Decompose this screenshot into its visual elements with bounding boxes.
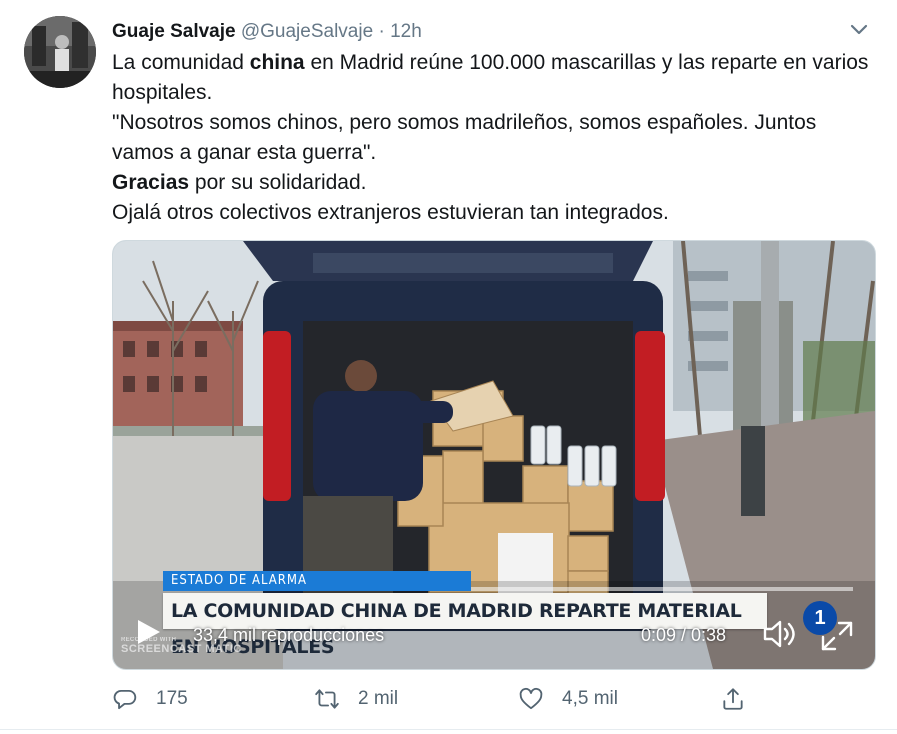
tweet-header: Guaje Salvaje @GuajeSalvaje · 12h — [112, 18, 867, 46]
separator-dot: · — [378, 21, 385, 42]
divider — [0, 729, 897, 730]
fullscreen-icon[interactable] — [819, 619, 855, 653]
bold-word-gracias: Gracias — [112, 171, 190, 194]
video-player[interactable]: ESTADO DE ALARMA LA COMUNIDAD CHINA DE M… — [112, 240, 876, 670]
play-icon[interactable] — [133, 617, 163, 647]
view-count: 33,4 mil reproducciones — [193, 625, 385, 645]
retweet-icon — [315, 689, 339, 709]
tweet-text-paragraph-4: Ojalá otros colectivos extranjeros estuv… — [112, 201, 669, 224]
like-button[interactable]: 4,5 mil — [518, 676, 618, 722]
author-name[interactable]: Guaje Salvaje — [112, 21, 236, 42]
tweet-text-paragraph-3: Gracias por su solidaridad. — [112, 171, 367, 194]
tweet-text-paragraph-1: La comunidad china en Madrid reúne 100.0… — [112, 51, 869, 104]
author-handle[interactable]: @GuajeSalvaje — [241, 21, 373, 42]
banner-estado-alarma: ESTADO DE ALARMA — [163, 571, 471, 591]
banner-headline: LA COMUNIDAD CHINA DE MADRID REPARTE MAT… — [163, 593, 767, 658]
reply-icon — [113, 689, 137, 710]
tweet-text: La comunidad china en Madrid reúne 100.0… — [112, 48, 872, 228]
tweet-actions: 175 2 mil 4,5 mil — [108, 676, 868, 722]
video-timecode: 0:09 / 0:38 — [641, 625, 727, 645]
reply-button[interactable]: 175 — [112, 676, 188, 722]
like-count: 4,5 mil — [562, 688, 618, 709]
share-button[interactable] — [720, 676, 746, 722]
like-icon — [519, 687, 543, 710]
retweet-count: 2 mil — [358, 688, 399, 709]
share-icon — [723, 688, 743, 710]
chevron-down-icon[interactable] — [845, 16, 873, 44]
bold-word-china: china — [249, 51, 305, 74]
reply-count: 175 — [156, 688, 188, 709]
avatar[interactable] — [24, 16, 96, 88]
retweet-button[interactable]: 2 mil — [314, 676, 398, 722]
tweet-timestamp[interactable]: 12h — [390, 21, 422, 42]
tweet-text-paragraph-2: "Nosotros somos chinos, pero somos madri… — [112, 111, 817, 164]
volume-icon[interactable] — [761, 617, 801, 651]
